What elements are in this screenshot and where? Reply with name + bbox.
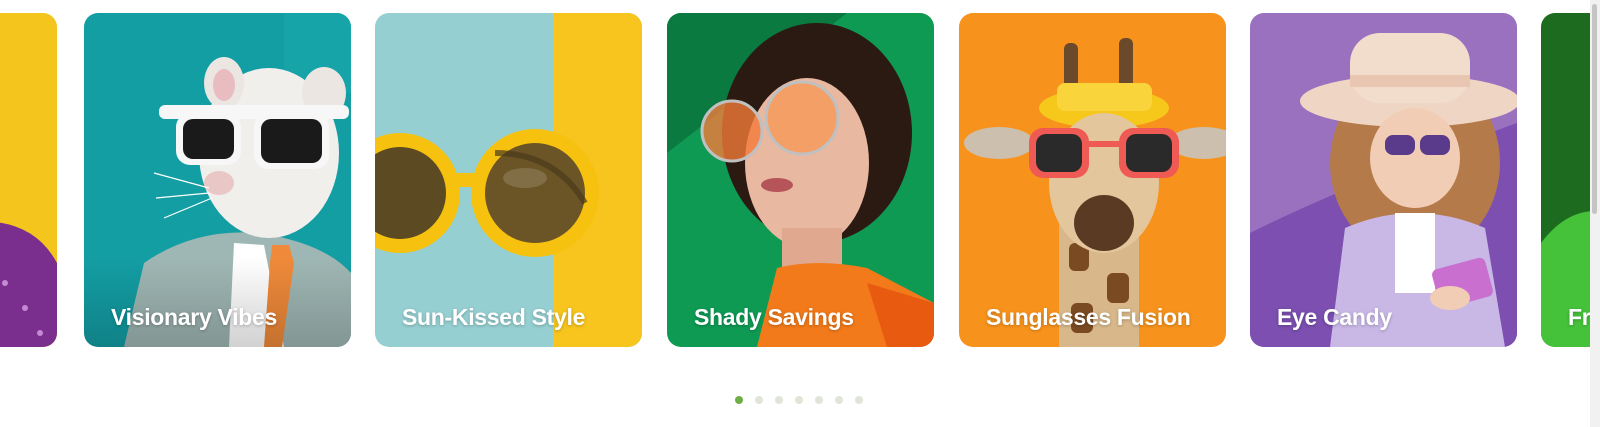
scrollbar-thumb[interactable] — [1592, 4, 1597, 214]
pagination-dot-6[interactable] — [835, 396, 843, 404]
card-image — [1250, 13, 1517, 347]
vertical-scrollbar[interactable] — [1590, 0, 1600, 427]
card-image — [667, 13, 934, 347]
card-label: Visionary Vibes — [111, 304, 277, 330]
carousel-card-eye-candy[interactable]: Eye Candy — [1250, 13, 1517, 347]
carousel-card[interactable] — [0, 13, 57, 347]
card-image — [375, 13, 642, 347]
pagination-dot-1[interactable] — [735, 396, 743, 404]
card-image — [0, 13, 57, 347]
carousel-card-shady-savings[interactable]: Shady Savings — [667, 13, 934, 347]
pagination-dot-4[interactable] — [795, 396, 803, 404]
carousel-card-sunglasses-fusion[interactable]: Sunglasses Fusion — [959, 13, 1226, 347]
pagination-dot-3[interactable] — [775, 396, 783, 404]
card-label: Shady Savings — [694, 304, 854, 330]
carousel: Visionary Vibes Sun-Kissed Style Shady S… — [0, 0, 1600, 427]
carousel-card-visionary-vibes[interactable]: Visionary Vibes — [84, 13, 351, 347]
carousel-card-sun-kissed-style[interactable]: Sun-Kissed Style — [375, 13, 642, 347]
card-image — [959, 13, 1226, 347]
card-label: Sunglasses Fusion — [986, 304, 1191, 330]
pagination-dot-7[interactable] — [855, 396, 863, 404]
card-label: Eye Candy — [1277, 304, 1392, 330]
pagination-dot-2[interactable] — [755, 396, 763, 404]
card-label: Sun-Kissed Style — [402, 304, 586, 330]
pagination-dot-5[interactable] — [815, 396, 823, 404]
carousel-pagination — [735, 396, 863, 404]
